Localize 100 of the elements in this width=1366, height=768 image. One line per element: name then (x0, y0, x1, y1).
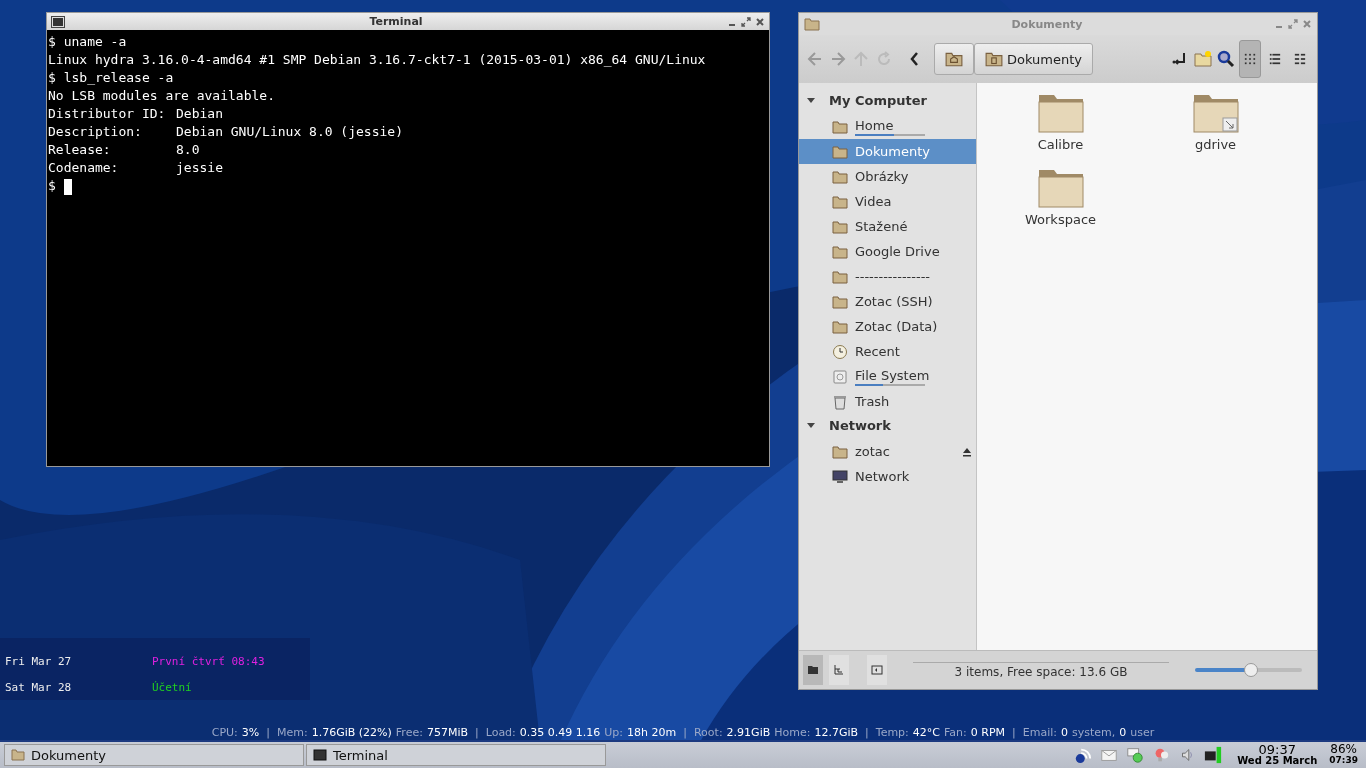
monitor-value: 3% (241, 725, 260, 739)
terminal-line: Distributor ID: Debian (48, 105, 224, 123)
terminal-line: $ lsb_release -a (48, 69, 175, 87)
expander-icon[interactable] (807, 96, 815, 104)
sidebar-item[interactable]: Obrázky (799, 164, 976, 189)
sidebar-item-label: zotac (855, 444, 891, 459)
sidebar-item-label: Zotac (Data) (855, 319, 939, 334)
sidebar-item[interactable]: File System (799, 364, 976, 389)
breadcrumb-button[interactable] (934, 43, 974, 75)
separator: | (683, 725, 687, 739)
places-button[interactable] (803, 655, 823, 685)
folder-icon (832, 443, 848, 460)
monitor-label: system, (1071, 725, 1116, 739)
sidebar-item[interactable]: Trash (799, 389, 976, 414)
folder-icon (832, 118, 848, 135)
computer-icon (832, 468, 848, 485)
clock-time: 09:37 (1258, 744, 1296, 755)
folder-item[interactable]: gdrive (1138, 93, 1293, 168)
monitor-label: Free: (395, 725, 423, 739)
window-title: Terminal (368, 15, 424, 28)
folder-icon (832, 243, 848, 260)
terminal-line: $ uname -a (48, 33, 128, 51)
prompt: $ (48, 178, 56, 193)
columns-icon (1294, 53, 1306, 65)
monitor-value: 1.76GiB (22%) (311, 725, 392, 739)
monitor-label: Mem: (277, 725, 308, 739)
monitor-value: 2.91GiB (726, 725, 771, 739)
taskbar-button[interactable]: Dokumenty (4, 744, 304, 766)
monitor-value: 0 (1119, 725, 1127, 739)
sidebar-item-label: Home (855, 117, 895, 133)
sidebar-item-label: Google Drive (855, 244, 941, 259)
sidebar-item-label: Network (855, 469, 911, 484)
tree-icon (833, 664, 845, 676)
terminal-line: Release: 8.0 (48, 141, 201, 159)
sidebar-item-label: File System (855, 367, 931, 383)
clock-date: Wed 25 March (1237, 755, 1318, 766)
taskbar-button[interactable]: Terminal (306, 744, 606, 766)
sidebar-item[interactable]: Zotac (SSH) (799, 289, 976, 314)
chat-icon[interactable] (1126, 746, 1145, 764)
separator: | (475, 725, 479, 739)
sidebar-toggle-button[interactable] (867, 655, 887, 685)
monitor-label: CPU: (211, 725, 238, 739)
maximize-icon[interactable] (741, 16, 751, 27)
terminal-icon (51, 15, 65, 28)
close-icon[interactable] (1302, 19, 1312, 29)
folder-item[interactable]: Workspace (983, 168, 1138, 243)
sidebar-heading: Network (829, 417, 891, 433)
sidebar-item-label: Dokumenty (855, 144, 932, 159)
separator: | (1012, 725, 1016, 739)
eject-icon[interactable] (962, 446, 972, 457)
list-icon (1269, 53, 1281, 65)
usage-bar (855, 383, 925, 386)
terminal-line: Linux hydra 3.16.0-4-amd64 #1 SMP Debian 3.16.7-ckt7-1 (2015-03-01) x86_64 GNU/Linux (48, 51, 707, 69)
status-text: 3 items, Free space: 13.6 GB (913, 661, 1169, 679)
monitor-value: 0.35 0.49 1.16 (519, 725, 601, 739)
separator: | (865, 725, 869, 739)
search-icon[interactable] (1216, 49, 1236, 69)
trash-icon (832, 393, 848, 410)
calendar-date: Fri Mar 27 (5, 654, 73, 668)
calendar-date: Sat Mar 28 (5, 680, 73, 694)
drive-icon (832, 368, 848, 385)
power-icon[interactable] (1204, 746, 1223, 764)
sidebar-item[interactable]: zotac (799, 439, 976, 464)
sidebar-item[interactable]: Home (799, 114, 976, 139)
monitor-label: user (1130, 725, 1155, 739)
terminal-icon (313, 749, 327, 761)
sidebar-item[interactable]: Google Drive (799, 239, 976, 264)
terminal-line: Description: Debian GNU/Linux 8.0 (jessie) (48, 123, 404, 141)
wifi-icon[interactable] (1074, 746, 1093, 764)
calendar-event: První čtvrť 08:43 (152, 654, 265, 668)
usage-bar (855, 133, 925, 136)
folder-icon (807, 664, 819, 676)
folder-icon (11, 749, 25, 761)
close-icon[interactable] (755, 16, 765, 27)
monitor-value: 0 RPM (970, 725, 1005, 739)
maximize-icon[interactable] (1288, 19, 1298, 29)
sidebar-heading: My Computer (829, 92, 927, 108)
expander-icon[interactable] (807, 421, 815, 429)
tree-button[interactable] (829, 655, 849, 685)
sidebar-item[interactable]: Network (799, 464, 976, 489)
battery-time: 07:39 (1329, 755, 1358, 766)
sidebar-item[interactable]: Stažené (799, 214, 976, 239)
clock-icon (832, 343, 848, 360)
sidebar-item-label: Stažené (855, 219, 909, 234)
folder-icon (832, 318, 848, 335)
grid-icon (1244, 53, 1256, 65)
folder-icon (832, 268, 848, 285)
sidebar-item[interactable]: Recent (799, 339, 976, 364)
terminal-line: No LSB modules are available. (48, 87, 276, 105)
terminal-line: Codename: jessie (48, 159, 224, 177)
monitor-label: Fan: (944, 725, 967, 739)
sidebar-item-label: Recent (855, 344, 901, 359)
sidebar-item[interactable]: Zotac (Data) (799, 314, 976, 339)
sidebar-item-label: Trash (855, 394, 891, 409)
home-folder-icon (945, 51, 963, 67)
sidebar-item[interactable]: ---------------- (799, 264, 976, 289)
sidebar-item[interactable]: Videa (799, 189, 976, 214)
breadcrumb-button[interactable]: Dokumenty (974, 43, 1094, 75)
folder-item[interactable]: Calibre (983, 93, 1138, 168)
calendar-event: Účetní (152, 680, 192, 694)
